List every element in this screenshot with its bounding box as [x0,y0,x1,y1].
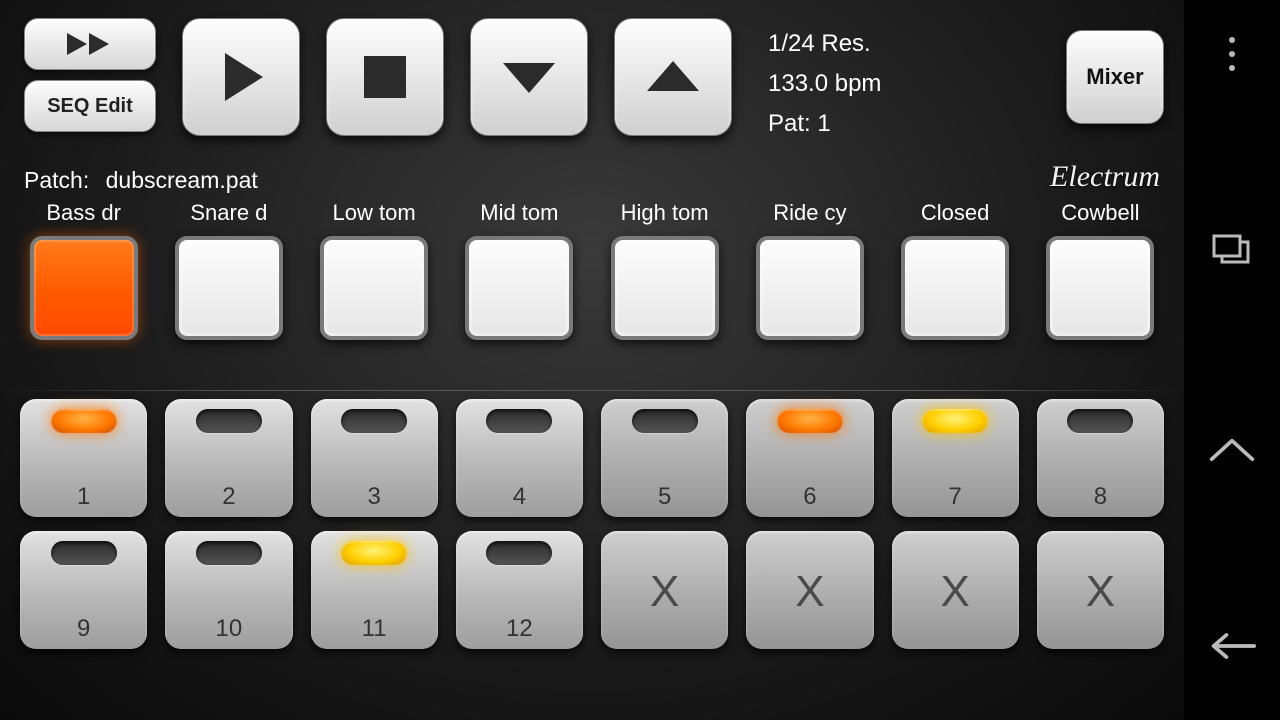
instrument-4: High tom [601,200,728,370]
step-pad-5[interactable]: 5 [601,399,728,517]
step-led [632,409,698,433]
instrument-label: Bass dr [46,200,121,226]
step-pad-disabled[interactable]: X [892,531,1019,649]
step-number: 2 [222,483,235,511]
instrument-pad-closed[interactable] [901,236,1009,340]
instrument-5: Ride cy [746,200,873,370]
step-number: 5 [658,483,671,511]
overflow-menu-icon[interactable] [1208,30,1256,78]
step-number: 10 [216,615,243,643]
instrument-label: Closed [921,200,989,226]
status-block: 1/24 Res. 133.0 bpm Pat: 1 [768,24,1066,144]
step-led [922,409,988,433]
step-led [1067,409,1133,433]
step-number: 1 [77,483,90,511]
instrument-pad-mid-tom[interactable] [465,236,573,340]
step-pad-disabled[interactable]: X [746,531,873,649]
patch-label-row: Patch: dubscream.pat [24,167,268,194]
step-number: 9 [77,615,90,643]
stop-button[interactable] [326,18,444,136]
step-number: 8 [1094,483,1107,511]
play-button[interactable] [182,18,300,136]
instrument-1: Snare d [165,200,292,370]
step-pad-1[interactable]: 1 [20,399,147,517]
step-led [486,541,552,565]
x-mark: X [1086,567,1115,617]
instrument-label: Snare d [190,200,267,226]
x-mark: X [940,567,969,617]
step-number: 12 [506,615,533,643]
step-led [341,541,407,565]
fast-forward-icon [65,31,115,57]
seq-edit-button[interactable]: SEQ Edit [24,80,156,132]
step-pad-7[interactable]: 7 [892,399,1019,517]
instrument-label: Low tom [333,200,416,226]
step-pad-8[interactable]: 8 [1037,399,1164,517]
step-number: 7 [948,483,961,511]
instrument-row: Bass dr Snare d Low tom Mid tom High tom Ride… [0,200,1184,370]
step-pad-10[interactable]: 10 [165,531,292,649]
patch-name: dubscream.pat [106,167,258,193]
x-mark: X [650,567,679,617]
step-pad-6[interactable]: 6 [746,399,873,517]
step-led [51,409,117,433]
chevron-down-icon [499,57,559,97]
step-led [51,541,117,565]
step-number: 11 [362,615,387,643]
instrument-6: Closed [892,200,1019,370]
step-number: 6 [803,483,816,511]
step-pad-3[interactable]: 3 [311,399,438,517]
instrument-pad-cowbell[interactable] [1046,236,1154,340]
instrument-label: Mid tom [480,200,558,226]
step-pad-2[interactable]: 2 [165,399,292,517]
recent-apps-icon[interactable] [1208,227,1256,275]
step-pad-11[interactable]: 11 [311,531,438,649]
instrument-label: Cowbell [1061,200,1139,226]
chevron-up-icon [643,57,703,97]
step-led [777,409,843,433]
step-led [196,409,262,433]
stop-icon [358,50,412,104]
home-icon[interactable] [1208,425,1256,473]
step-number: 4 [513,483,526,511]
brand-logo: Electrum [1050,160,1160,194]
x-mark: X [795,567,824,617]
step-pad-disabled[interactable]: X [601,531,728,649]
instrument-7: Cowbell [1037,200,1164,370]
patch-label: Patch: [24,167,89,193]
instrument-label: Ride cy [773,200,846,226]
step-led [486,409,552,433]
down-button[interactable] [470,18,588,136]
step-led [341,409,407,433]
step-pad-9[interactable]: 9 [20,531,147,649]
instrument-pad-high-tom[interactable] [611,236,719,340]
resolution-text: 1/24 Res. [768,24,1066,64]
instrument-0: Bass dr [20,200,147,370]
instrument-pad-snare-d[interactable] [175,236,283,340]
instrument-2: Low tom [311,200,438,370]
instrument-pad-low-tom[interactable] [320,236,428,340]
back-icon[interactable] [1208,622,1256,670]
bpm-text: 133.0 bpm [768,64,1066,104]
android-nav-bar [1184,0,1280,720]
divider [0,390,1184,391]
pattern-text: Pat: 1 [768,104,1066,144]
mixer-button[interactable]: Mixer [1066,30,1164,124]
instrument-pad-ride-cy[interactable] [756,236,864,340]
up-button[interactable] [614,18,732,136]
step-pad-12[interactable]: 12 [456,531,583,649]
instrument-pad-bass-dr[interactable] [30,236,138,340]
ffwd-button[interactable] [24,18,156,70]
step-number: 3 [367,483,380,511]
play-icon [209,45,273,109]
step-pad-disabled[interactable]: X [1037,531,1164,649]
step-grid: 12345678 9101112XXXX [0,399,1184,671]
transport-bar: SEQ Edit 1/24 Res. 133.0 bpm Pat: 1 [0,0,1184,160]
step-pad-4[interactable]: 4 [456,399,583,517]
instrument-label: High tom [621,200,709,226]
instrument-3: Mid tom [456,200,583,370]
step-led [196,541,262,565]
